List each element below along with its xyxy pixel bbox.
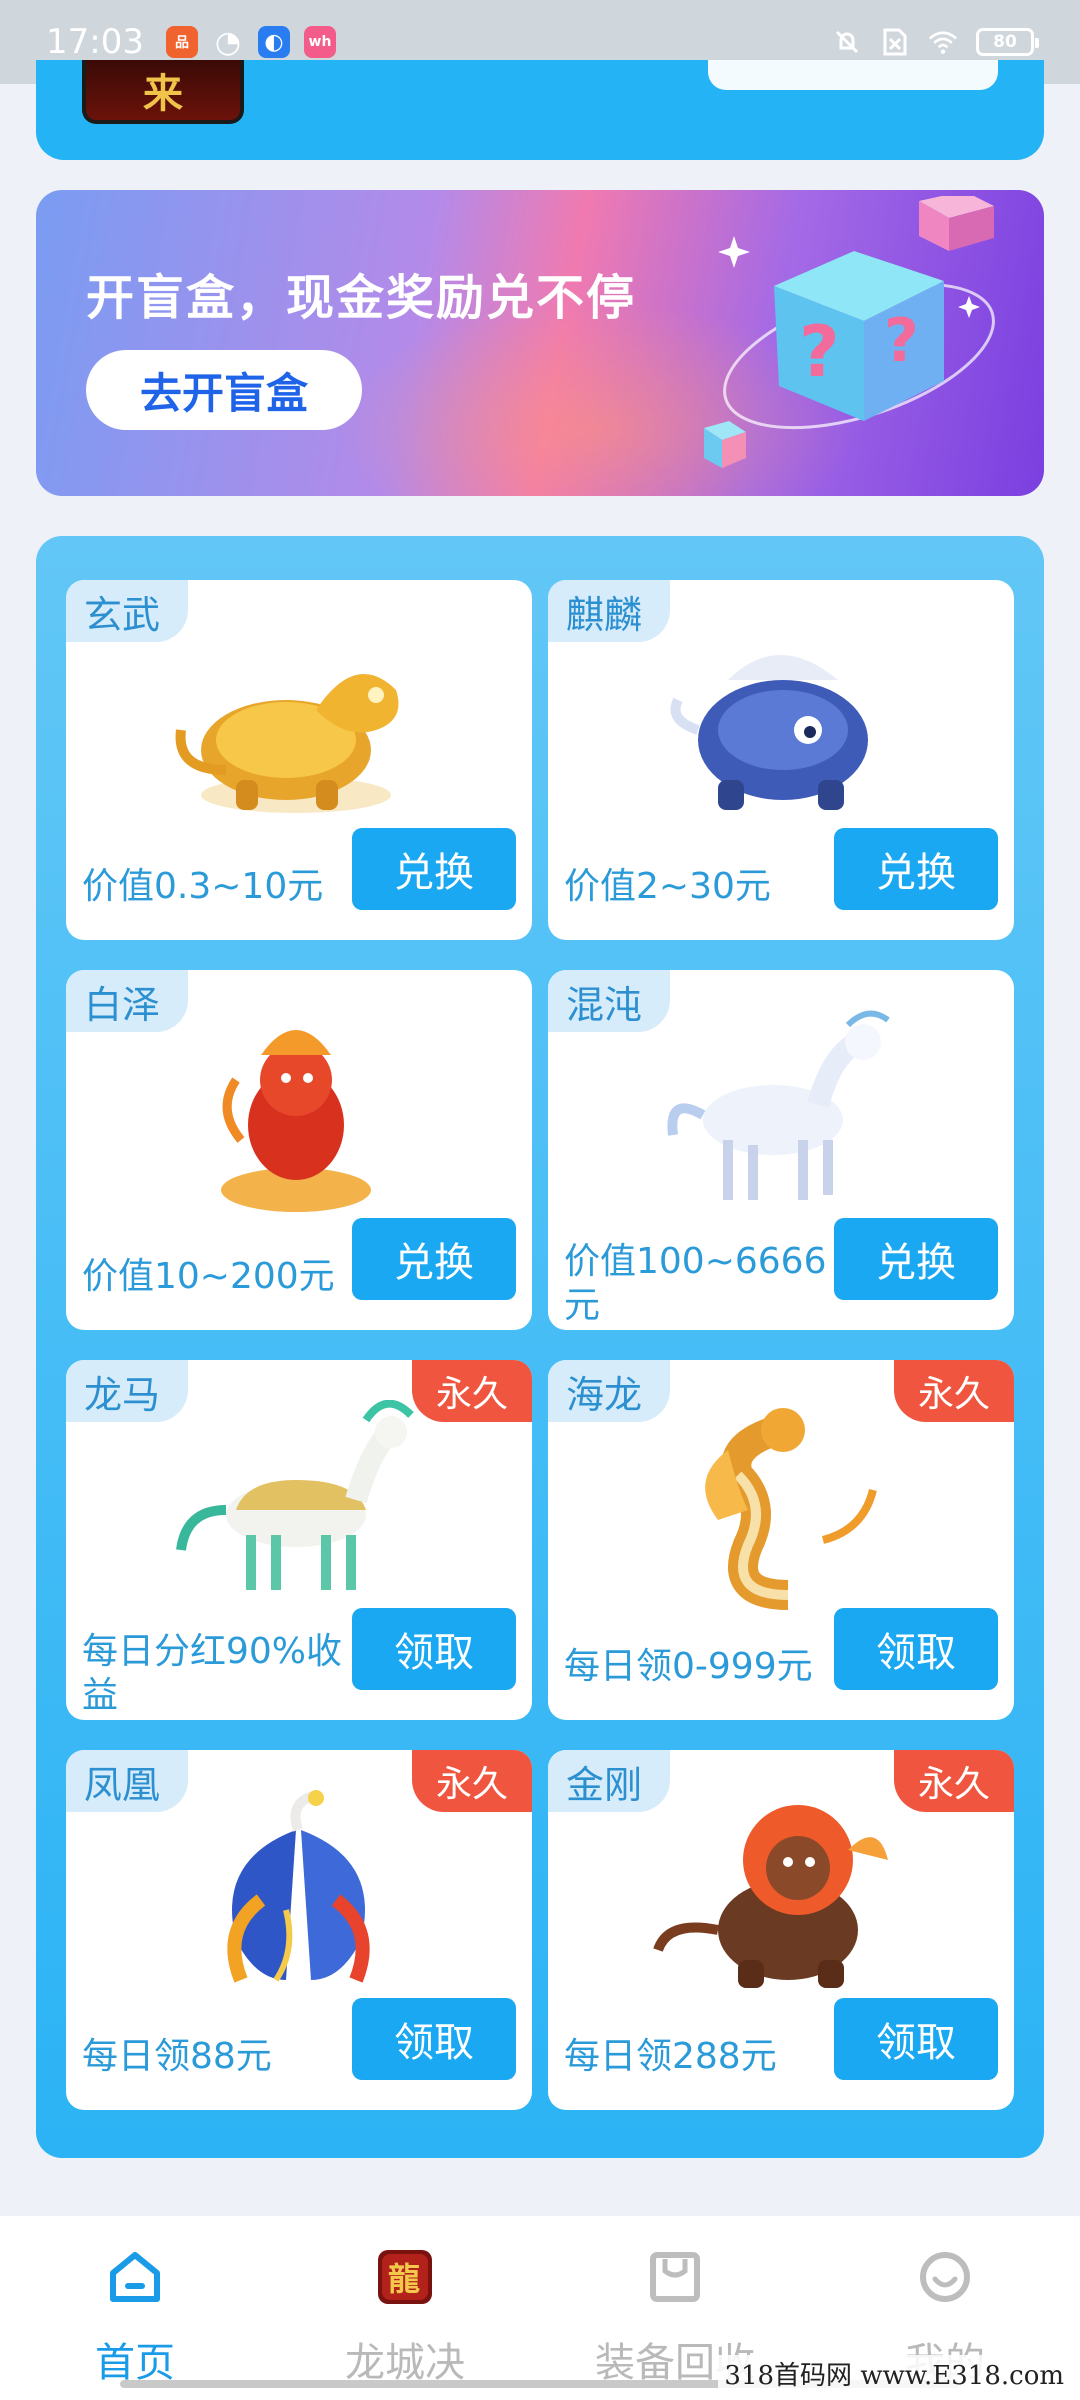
golden-dragon-turtle-image xyxy=(175,674,399,813)
svg-text:?: ? xyxy=(799,311,840,393)
blind-box-banner[interactable]: 开盲盒，现金奖励兑不停 去开盲盒 ? ? xyxy=(36,190,1044,496)
banner-title: 开盲盒，现金奖励兑不停 xyxy=(86,270,637,326)
pet-value: 每日领0-999元 xyxy=(564,1646,813,1687)
pet-card: 麒麟 价值2~30元 兑换 xyxy=(548,580,1014,940)
pink-app-icon: wh xyxy=(303,26,336,58)
pet-card: 金刚 永久 每日领288元 领取 xyxy=(548,1750,1014,2110)
sea-dragon-image xyxy=(705,1408,877,1610)
claim-button[interactable]: 领取 xyxy=(834,1608,998,1690)
nav-home[interactable]: 首页 xyxy=(0,2216,270,2400)
game-thumbnail: 来 xyxy=(82,60,244,124)
pet-value: 价值0.3~10元 xyxy=(82,866,324,907)
exchange-button[interactable]: 兑换 xyxy=(352,1218,516,1300)
pet-value: 价值2~30元 xyxy=(564,866,771,907)
pet-card: 龙马 永久 每日分红90%收益 领取 xyxy=(66,1360,532,1720)
nav-longchengjue[interactable]: 龍 龙城决 xyxy=(270,2216,540,2400)
pet-value: 每日分红90%收益 xyxy=(82,1631,343,1716)
pet-value: 价值10~200元 xyxy=(82,1256,335,1297)
pet-value: 价值100~6666元 xyxy=(564,1241,827,1326)
red-baize-image xyxy=(221,1030,371,1212)
blue-app-icon: ◐ xyxy=(257,26,290,58)
claim-button[interactable]: 领取 xyxy=(352,1608,516,1690)
pet-card: 凤凰 永久 每日领88元 领取 xyxy=(66,1750,532,2110)
exchange-button[interactable]: 兑换 xyxy=(352,828,516,910)
app-page: 17:03 品 ◔ ◐ wh 80 来 开盲盒，现金奖励兑不停 去开盲盒 ? ?… xyxy=(0,0,1080,2400)
profile-icon xyxy=(914,2246,976,2308)
pet-value: 每日领288元 xyxy=(564,2036,777,2077)
recycle-bag-icon xyxy=(644,2246,706,2308)
no-sim-icon xyxy=(880,27,910,57)
wifi-icon xyxy=(928,27,958,57)
pet-card: 玄武 价值0.3~10元 兑换 xyxy=(66,580,532,940)
exchange-button[interactable]: 兑换 xyxy=(834,828,998,910)
pet-card: 混沌 价值100~6666元 兑换 xyxy=(548,970,1014,1330)
pet-value: 每日领88元 xyxy=(82,2036,272,2077)
claim-button[interactable]: 领取 xyxy=(834,1998,998,2080)
mute-bell-icon xyxy=(832,27,862,57)
claim-button[interactable]: 领取 xyxy=(352,1998,516,2080)
pet-card: 白泽 价值10~200元 兑换 xyxy=(66,970,532,1330)
mystery-box-icon: ? ? xyxy=(704,196,995,468)
blue-qilin-image xyxy=(670,655,868,810)
top-card[interactable]: 来 xyxy=(36,60,1044,160)
game-app-icon: 龍 xyxy=(374,2246,436,2308)
top-card-button[interactable] xyxy=(708,60,998,90)
status-time: 17:03 xyxy=(46,22,144,62)
open-blind-box-button[interactable]: 去开盲盒 xyxy=(86,350,362,430)
status-indicators: 80 xyxy=(832,27,1039,57)
bottom-nav: 首页 龍 龙城决 装备回收 我的 318首码网 www.E318.com xyxy=(0,2216,1080,2400)
dragon-horse-image xyxy=(176,1400,414,1590)
king-kong-image xyxy=(653,1805,888,1988)
home-icon xyxy=(104,2246,166,2308)
orange-app-icon: 品 xyxy=(165,26,198,58)
status-app-icons: 品 ◔ ◐ wh xyxy=(165,24,336,60)
svg-text:龍: 龍 xyxy=(388,2260,420,2298)
compass-app-icon: ◔ xyxy=(214,24,242,60)
white-hundun-image xyxy=(667,1010,890,1200)
exchange-button[interactable]: 兑换 xyxy=(834,1218,998,1300)
phoenix-image xyxy=(227,1790,370,1983)
pets-panel: 玄武 价值0.3~10元 兑换 麒麟 价值2~30元 兑换 白泽 价值10~20… xyxy=(36,536,1044,2158)
svg-text:?: ? xyxy=(884,306,919,376)
pet-card: 海龙 永久 每日领0-999元 领取 xyxy=(548,1360,1014,1720)
watermark: 318首码网 www.E318.com xyxy=(718,2355,1070,2392)
battery-icon: 80 xyxy=(976,28,1039,56)
